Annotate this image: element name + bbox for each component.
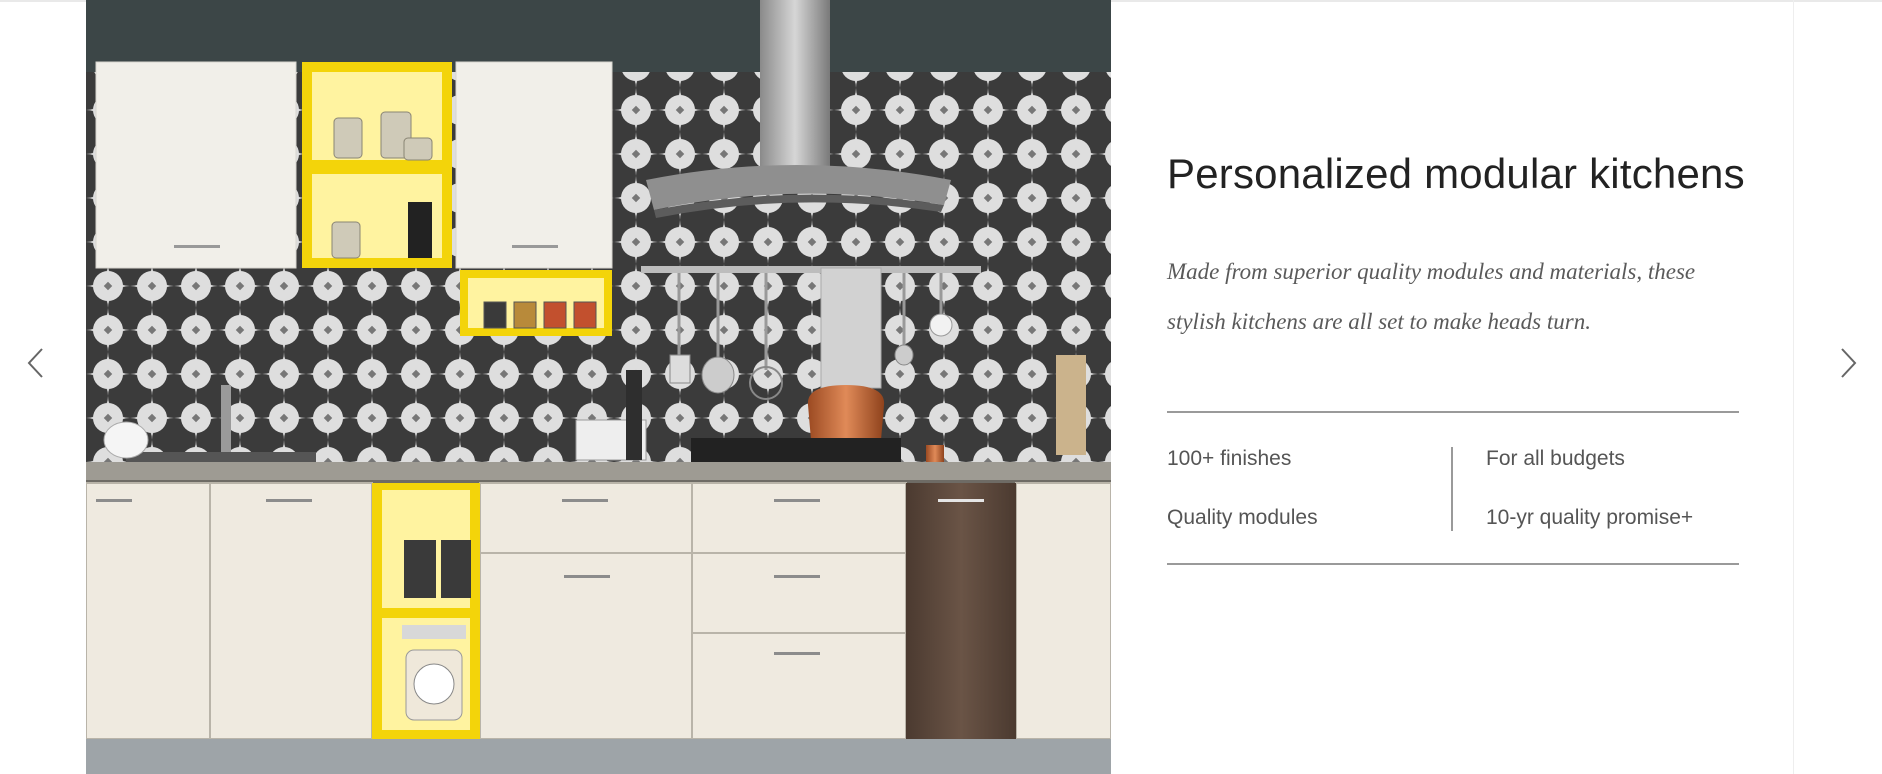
top-rule [1167,411,1739,413]
slide-description: Made from superior quality modules and m… [1167,259,1696,334]
carousel-prev-button[interactable] [18,341,58,385]
bottom-rule [1167,563,1739,565]
feature-quality-promise: 10-yr quality promise+ [1486,506,1694,529]
chevron-left-icon [27,348,43,378]
feature-budgets: For all budgets [1486,447,1625,470]
slide-content: Personalized modular kitchens Made from … [1167,0,1745,774]
kitchen-image [86,0,1111,774]
feature-divider [1451,447,1453,531]
kitchen-illustration [86,0,1111,774]
panel-edge [1793,0,1794,774]
feature-finishes: 100+ finishes [1167,447,1292,470]
chevron-right-icon [1841,348,1857,378]
slide-title: Personalized modular kitchens [1167,150,1745,197]
feature-quality-modules: Quality modules [1167,506,1318,529]
carousel-next-button[interactable] [1826,341,1866,385]
